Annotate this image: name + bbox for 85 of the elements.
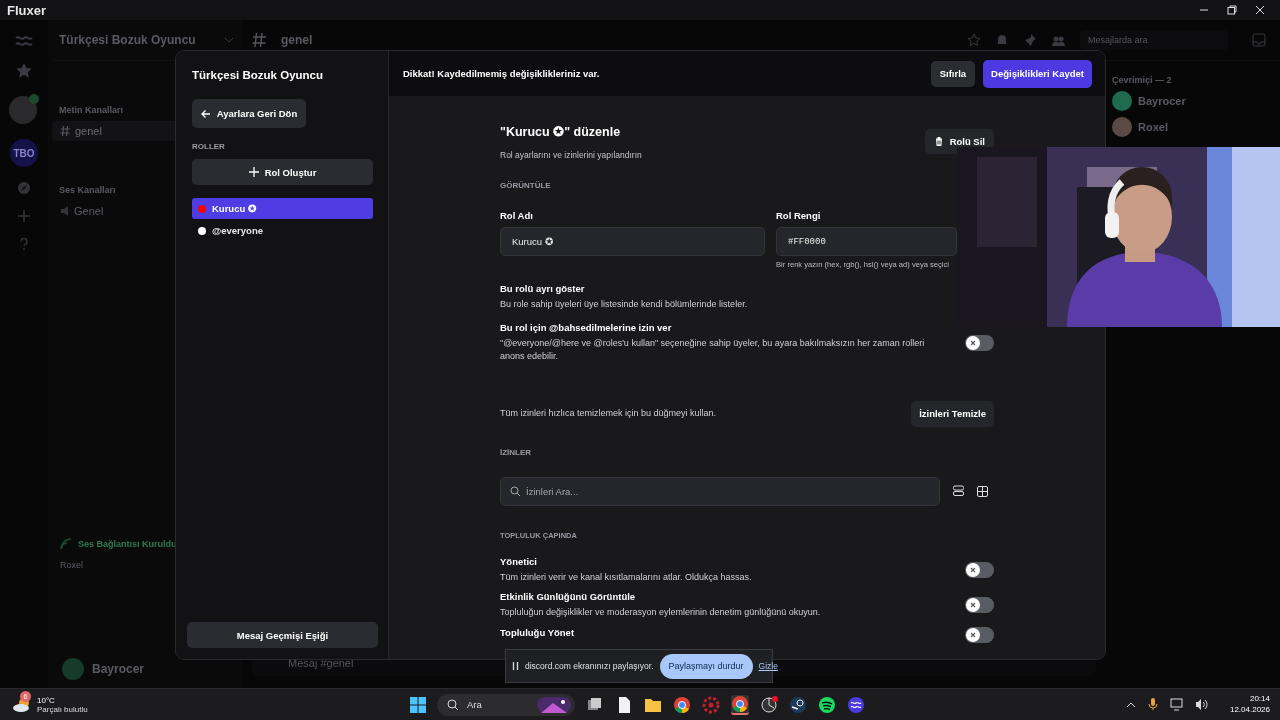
plus-icon (248, 167, 259, 177)
server-icon[interactable]: TBO (10, 139, 38, 167)
setting-description: Bu role sahip üyeleri üye listesinde kendi bölümlerinde listeler. (500, 298, 748, 312)
setting-description: Tüm izinleri verir ve kanal kısıtlamalarını atlar. Oldukça hassas. (500, 570, 752, 584)
gear-icon[interactable] (702, 695, 720, 714)
channel-name: genel (75, 125, 102, 137)
search-field[interactable]: Ara (437, 693, 575, 716)
unsaved-message: Dikkat! Kaydedilmemiş değişiklikleriniz var. (403, 68, 600, 79)
chevron-down-icon (224, 37, 234, 43)
page-title: "Kurucu ✪" düzenle (500, 124, 622, 139)
speaker-icon (60, 205, 69, 217)
search-field[interactable]: İzinleri Ara... (500, 476, 940, 506)
star-icon[interactable] (15, 62, 33, 79)
weather-condition: Parçalı bulutlu (37, 704, 88, 714)
user-name: Bayrocer (92, 662, 145, 676)
role-name: @everyone (212, 225, 263, 236)
grid-view-icon[interactable] (977, 485, 988, 497)
setting-title: Bu rolü ayrı göster (500, 283, 586, 295)
page-subtitle: Rol ayarlarını ve izinlerini yapılandırın (500, 150, 642, 160)
hash-icon (60, 125, 70, 137)
helper-text: Tüm izinleri hızlıca temizlemek için bu düğmeyi kullan. (500, 406, 717, 420)
star-outline-icon[interactable] (967, 33, 981, 47)
start-icon[interactable] (410, 696, 426, 713)
arrow-left-icon (200, 108, 211, 119)
wave-app-icon[interactable] (847, 695, 865, 714)
trash-icon (933, 136, 944, 147)
section-label: İZİNLER (500, 447, 533, 457)
stop-sharing-button[interactable]: Paylaşmayı durdur (659, 653, 753, 679)
spotify-icon[interactable] (818, 695, 836, 714)
toggle-switch[interactable] (965, 334, 994, 351)
speaker-icon[interactable] (1194, 698, 1208, 711)
setting-description: Topluluğun değişiklikler ve moderasyon eylemlerinin denetim günlüğünü okuyun. (500, 606, 821, 620)
color-field[interactable]: #FF0000 (776, 227, 957, 256)
toggle-switch[interactable] (965, 626, 994, 643)
search-icon (447, 698, 459, 711)
channel-name: Genel (74, 205, 104, 217)
hide-link[interactable]: Gizle (758, 661, 778, 671)
temperature: 10°C (37, 695, 56, 705)
setting-title: Yönetici (500, 555, 538, 567)
setting-title: Etkinlik Günlüğünü Görüntüle (500, 591, 637, 603)
landscape-icon (537, 696, 571, 713)
section-label: ROLLER (192, 142, 226, 151)
monitor-icon[interactable] (1169, 698, 1183, 711)
member-avatar[interactable] (1112, 91, 1132, 111)
save-button[interactable]: Değişiklikleri Kaydet (983, 59, 1092, 88)
toggle-switch[interactable] (965, 561, 994, 578)
section-label: GÖRÜNTÜLE (500, 181, 552, 190)
microphone-icon[interactable] (1147, 698, 1158, 711)
channel-title: genel (281, 33, 313, 47)
toggle-switch[interactable] (965, 597, 994, 614)
setting-description: "@everyone/@here ve @roles'u kullan" seçeneğine sahip üyeler, bu ayara bakılmaksızın her zaman rolleri anons edebilir. (500, 336, 926, 364)
close-icon (969, 565, 977, 574)
field-label: Rol Adı (500, 210, 534, 221)
role-name-field[interactable]: Kurucu ✪ (500, 227, 765, 256)
chrome-icon[interactable] (731, 694, 749, 715)
voice-server-name: Roxel (59, 559, 84, 572)
setting-title: Bu rol için @bahsedilmelerine izin ver (500, 321, 673, 333)
list-view-icon[interactable] (953, 485, 964, 498)
close-icon (969, 338, 977, 347)
close-icon[interactable] (1254, 4, 1266, 16)
role-item[interactable]: @everyone (192, 220, 373, 241)
role-name: Kurucu ✪ (212, 203, 256, 214)
close-icon (969, 630, 977, 639)
close-icon (969, 601, 977, 610)
modal-title: Türkçesi Bozuk Oyuncu (192, 69, 324, 81)
hash-icon (252, 32, 267, 48)
role-item[interactable]: Kurucu ✪ (192, 198, 373, 219)
back-button[interactable]: Ayarlara Geri Dön (192, 99, 306, 128)
clock-time[interactable]: 20:14 (1229, 693, 1270, 705)
field-label: Rol Rengi (776, 210, 822, 221)
reset-button[interactable]: Sıfırla (930, 60, 976, 87)
create-role-button[interactable]: Rol Oluştur (192, 159, 373, 185)
chevron-up-icon[interactable] (1125, 700, 1136, 709)
app-title: Fluxer (7, 2, 47, 18)
message-history-button[interactable]: Mesaj Geçmişi Eşiği (187, 622, 378, 648)
member-group-label: Çevrimiçi — 2 (1112, 75, 1173, 85)
chrome-icon[interactable] (673, 695, 691, 714)
clear-permissions-button[interactable]: İzinleri Temizle (911, 400, 994, 427)
clock-date[interactable]: 12.04.2026 (1229, 704, 1270, 716)
share-message: discord.com ekranınızı paylaşıyor. (525, 661, 654, 671)
search-icon (510, 486, 520, 497)
pause-icon (512, 661, 519, 671)
restore-icon[interactable] (1226, 4, 1238, 16)
setting-title: Topluluğu Yönet (500, 627, 575, 639)
steam-icon[interactable] (789, 695, 807, 714)
